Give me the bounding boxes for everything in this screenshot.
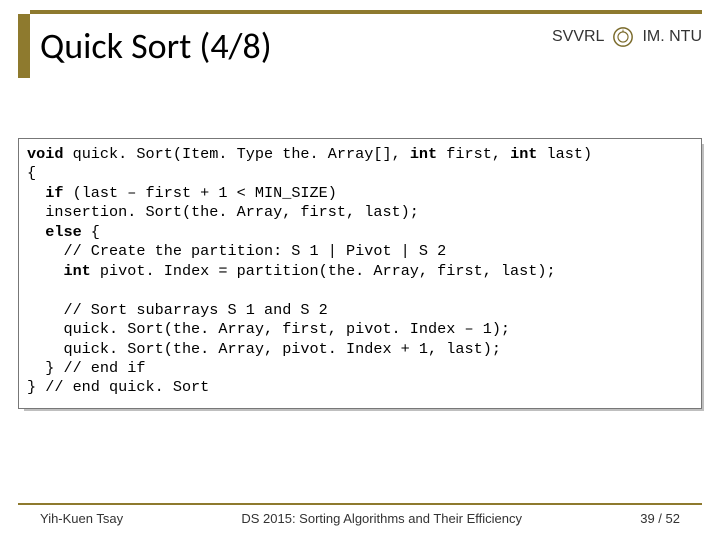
slide-title: Quick Sort (4/8) — [40, 24, 552, 68]
code-text: (last – first + 1 < MIN_SIZE) — [63, 184, 336, 202]
slide: Quick Sort (4/8) SVVRL IM. NTU void quic… — [0, 0, 720, 540]
org-right: IM. NTU — [642, 28, 702, 46]
footer-course: DS 2015: Sorting Algorithms and Their Ef… — [123, 511, 640, 526]
title-accent-bar — [18, 14, 30, 78]
code-text: } // end if — [27, 359, 145, 377]
footer: Yih-Kuen Tsay DS 2015: Sorting Algorithm… — [18, 503, 702, 526]
kw-int: int — [410, 145, 437, 163]
code-text: quick. Sort(Item. Type the. Array[], — [63, 145, 409, 163]
code-comment: // Create the partition: S 1 | Pivot | S… — [27, 242, 446, 260]
kw-int: int — [510, 145, 537, 163]
code-text: pivot. Index = partition(the. Array, fir… — [91, 262, 556, 280]
affiliation: SVVRL IM. NTU — [552, 26, 702, 48]
code-text: quick. Sort(the. Array, first, pivot. In… — [27, 320, 510, 338]
code-text: quick. Sort(the. Array, pivot. Index + 1… — [27, 340, 501, 358]
kw-if: if — [27, 184, 63, 202]
code-comment: // Sort subarrays S 1 and S 2 — [27, 301, 328, 319]
code-text: last) — [537, 145, 592, 163]
code-text: insertion. Sort(the. Array, first, last)… — [27, 203, 419, 221]
kw-else: else — [27, 223, 82, 241]
footer-author: Yih-Kuen Tsay — [40, 511, 123, 526]
code-content: void quick. Sort(Item. Type the. Array[]… — [18, 138, 702, 409]
kw-int: int — [27, 262, 91, 280]
code-text: { — [82, 223, 100, 241]
top-rule — [30, 10, 702, 14]
footer-page: 39 / 52 — [640, 511, 680, 526]
code-block: void quick. Sort(Item. Type the. Array[]… — [18, 138, 702, 409]
code-text: } // end quick. Sort — [27, 378, 209, 396]
code-text: first, — [437, 145, 510, 163]
org-left: SVVRL — [552, 28, 604, 46]
kw-void: void — [27, 145, 63, 163]
code-text: { — [27, 164, 36, 182]
ntu-logo-icon — [612, 26, 634, 48]
